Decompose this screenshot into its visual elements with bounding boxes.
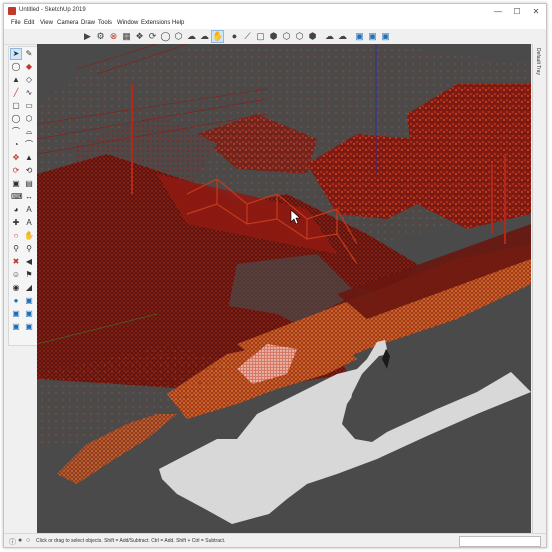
rotate-tool-icon[interactable]: ⟳ [11, 166, 21, 176]
arc-tool-icon[interactable]: ⌒ [11, 127, 21, 137]
select-icon[interactable]: ▶ [82, 31, 93, 42]
menu-view[interactable]: View [40, 20, 53, 26]
style-shaded-tool-icon[interactable]: ▣ [11, 322, 21, 332]
point-cloud-scene [37, 44, 531, 533]
zoom-extents-tool-icon[interactable]: ✖ [11, 257, 21, 267]
menu-window[interactable]: Window [117, 20, 138, 26]
measurements-box[interactable] [459, 536, 541, 547]
hexagon-icon[interactable]: ⬡ [294, 31, 305, 42]
cloud-download-icon[interactable]: ☁ [199, 31, 210, 42]
scale-tool-icon[interactable]: ▣ [11, 179, 21, 189]
style-textured-tool-icon[interactable]: ▣ [24, 322, 34, 332]
maximize-button[interactable]: ☐ [509, 6, 525, 17]
layers-icon[interactable]: ▣ [354, 31, 365, 42]
protractor-tool-icon[interactable]: ◕ [11, 205, 21, 215]
arc3-tool-icon[interactable]: ⌒ [24, 140, 34, 150]
credit-icon[interactable]: ○ [26, 537, 30, 544]
orbit-tool-icon[interactable]: ○ [11, 231, 21, 241]
eraser2-tool-icon[interactable]: ◆ [24, 62, 34, 72]
eraser-icon[interactable]: ⊗ [108, 31, 119, 42]
orbit-icon[interactable]: ⟳ [147, 31, 158, 42]
tag-tool-icon[interactable]: ◇ [24, 75, 34, 85]
cloud-sync-icon[interactable]: ☁ [337, 31, 348, 42]
section-icon[interactable]: ⬡ [281, 31, 292, 42]
menu-bar: File Edit View Camera Draw Tools Window … [4, 19, 546, 29]
line-tool-icon[interactable]: ╱ [11, 88, 21, 98]
zoom-tool-icon[interactable]: ⚲ [11, 244, 21, 254]
paint-tool-icon[interactable]: ◯ [11, 62, 21, 72]
menu-camera[interactable]: Camera [57, 20, 78, 26]
style-back-edges-tool-icon[interactable]: ▣ [24, 296, 34, 306]
main-toolbar: ▶ ⚙ ⊗ ▦ ❖ ⟳ ◯ ⬡ ☁ ☁ ✋ ● ⟋ ▢ ⬢ ⬡ ⬡ ⬢ ☁ ☁ … [4, 29, 546, 45]
arc2-tool-icon[interactable]: ⌓ [24, 127, 34, 137]
dimension-tool-icon[interactable]: ↔ [24, 192, 34, 202]
follow-me-tool-icon[interactable]: ⟲ [24, 166, 34, 176]
polygon-icon[interactable]: ⬡ [173, 31, 184, 42]
cube-icon[interactable]: ⬢ [268, 31, 279, 42]
look-around-tool-icon[interactable]: ◉ [11, 283, 21, 293]
cloud-upload-icon[interactable]: ☁ [186, 31, 197, 42]
zoom-window-tool-icon[interactable]: ⚲ [24, 244, 34, 254]
default-tray[interactable]: Default Tray [532, 44, 546, 533]
title-bar: Untitled - SketchUp 2019 — ☐ ✕ [4, 4, 546, 19]
modeling-viewport[interactable] [37, 44, 531, 533]
3d-text-tool-icon[interactable]: A [24, 218, 34, 228]
gear-icon[interactable]: ⚙ [95, 31, 106, 42]
sketchup-logo-icon [8, 7, 16, 15]
components-icon[interactable]: ❖ [134, 31, 145, 42]
rectangle-tool-icon[interactable]: ▢ [11, 101, 21, 111]
push-pull-tool-icon[interactable]: ▲ [24, 153, 34, 163]
pan-tool-icon[interactable]: ✋ [24, 231, 34, 241]
status-bar: ⓘ ● ○ Click or drag to select objects. S… [4, 533, 546, 547]
pan-icon[interactable]: ✋ [211, 30, 224, 43]
text-tool-icon[interactable]: A [24, 205, 34, 215]
position-camera-tool-icon[interactable]: ☺ [11, 270, 21, 280]
dot-icon[interactable]: ● [229, 31, 240, 42]
cube-outline-icon[interactable]: ⬢ [307, 31, 318, 42]
sketchup-window: Untitled - SketchUp 2019 — ☐ ✕ File Edit… [3, 3, 547, 548]
bucket-tool-icon[interactable]: ▲ [11, 75, 21, 85]
menu-extensions[interactable]: Extensions [141, 20, 170, 26]
previous-view-tool-icon[interactable]: ◀ [24, 257, 34, 267]
eraser-tool-icon[interactable]: ✎ [24, 49, 34, 59]
offset-tool-icon[interactable]: ▤ [24, 179, 34, 189]
pie-tool-icon[interactable]: ◔ [11, 140, 21, 150]
window-title: Untitled - SketchUp 2019 [19, 7, 86, 13]
style-wire-tool-icon[interactable]: ▣ [11, 309, 21, 319]
menu-help[interactable]: Help [172, 20, 184, 26]
info-icon[interactable]: ⓘ [9, 537, 16, 547]
tape-measure-tool-icon[interactable]: ⌨ [11, 192, 23, 202]
walk-tool-icon[interactable]: ⚑ [24, 270, 34, 280]
style-xray-tool-icon[interactable]: ● [11, 296, 21, 306]
freehand-tool-icon[interactable]: ∿ [24, 88, 34, 98]
paint-icon[interactable]: ▦ [121, 31, 132, 42]
minimize-button[interactable]: — [490, 6, 506, 17]
axes-tool-icon[interactable]: ✚ [11, 218, 21, 228]
rotated-rect-tool-icon[interactable]: ▭ [24, 101, 34, 111]
circle-tool-icon[interactable]: ◯ [11, 114, 21, 124]
select-tool-icon[interactable]: ➤ [10, 48, 22, 60]
geo-icon[interactable]: ● [18, 537, 22, 544]
menu-tools[interactable]: Tools [98, 20, 112, 26]
layers-alt-icon[interactable]: ▣ [367, 31, 378, 42]
cloud-icon[interactable]: ☁ [324, 31, 335, 42]
line-icon[interactable]: ⟋ [242, 31, 253, 42]
menu-draw[interactable]: Draw [81, 20, 95, 26]
box-icon[interactable]: ▢ [255, 31, 266, 42]
section-plane-tool-icon[interactable]: ◢ [24, 283, 34, 293]
move-tool-icon[interactable]: ✥ [11, 153, 21, 163]
tray-label: Default Tray [535, 48, 541, 75]
circle-icon[interactable]: ◯ [160, 31, 171, 42]
style-hidden-tool-icon[interactable]: ▣ [24, 309, 34, 319]
close-button[interactable]: ✕ [528, 6, 544, 17]
status-message: Click or drag to select objects. Shift =… [36, 538, 226, 544]
menu-file[interactable]: File [11, 20, 21, 26]
polygon-tool-icon[interactable]: ⬡ [24, 114, 34, 124]
large-tool-set: ➤ ✎ ◯ ◆ ▲ ◇ ╱ ∿ ▢ ▭ ◯ ⬡ ⌒ ⌓ ◔ ⌒ ✥ ▲ ⟳ ⟲ … [8, 46, 38, 346]
layers-extra-icon[interactable]: ▣ [380, 31, 391, 42]
menu-edit[interactable]: Edit [24, 20, 34, 26]
